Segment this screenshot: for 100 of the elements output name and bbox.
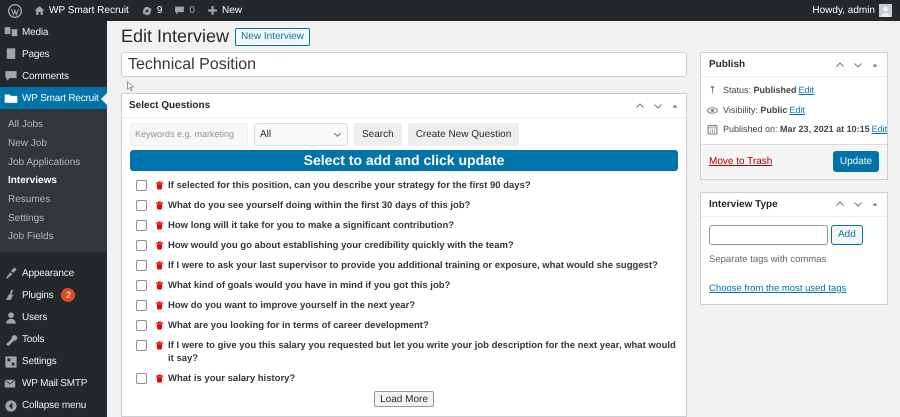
submenu-item[interactable]: Interviews	[0, 172, 107, 190]
refresh-icon	[140, 4, 153, 16]
sidebar-item[interactable]: Pages	[0, 43, 107, 66]
trash-icon	[155, 340, 164, 350]
calendar-icon	[707, 124, 718, 136]
question-text: How do you want to improve yourself in the next year?	[168, 298, 416, 312]
add-button[interactable]: Add	[831, 224, 863, 244]
sidebar-item[interactable]: WP Smart Recruit	[0, 87, 107, 110]
checkbox[interactable]	[136, 300, 147, 310]
page-title: Edit Interview	[121, 25, 230, 48]
sidebar-item[interactable]: Users	[0, 306, 107, 329]
question-text: What is your salary history?	[168, 372, 296, 384]
search-button[interactable]: Search	[354, 123, 402, 146]
most-used-tags-link[interactable]: Choose from the most used tags	[709, 282, 879, 296]
speech-bubble-icon	[174, 5, 186, 16]
tag-input-field[interactable]	[709, 224, 828, 244]
comments-count: 0	[189, 4, 195, 18]
submenu-item[interactable]: Settings	[0, 208, 107, 228]
keywords-field[interactable]: Keywords e.g. marketing	[130, 123, 248, 146]
sidebar-item[interactable]: Media	[0, 21, 107, 44]
submenu-item[interactable]: Job Fields	[0, 228, 107, 246]
paint-brush-icon	[4, 266, 18, 280]
sidebar-item[interactable]: Comments	[0, 65, 107, 88]
trash-icon	[155, 220, 164, 230]
greeting: Howdy, admin	[812, 4, 875, 18]
checkbox[interactable]	[136, 340, 147, 350]
account-link[interactable]: Howdy, admin	[812, 3, 892, 18]
question-text: How long will it take for you to make a significant contribution?	[168, 218, 454, 232]
checkbox[interactable]	[136, 200, 147, 210]
collapse-triangle-icon	[871, 200, 879, 208]
update-button[interactable]: Update	[833, 151, 879, 172]
chevron-up-icon	[635, 100, 645, 110]
chevron-down-icon	[333, 130, 342, 139]
category-select[interactable]: All	[254, 123, 348, 146]
user-icon	[4, 310, 18, 325]
question-text: What kind of goals would you have in mind if you got this job?	[168, 278, 450, 292]
trash-icon	[155, 180, 164, 190]
edit-link[interactable]: Edit	[872, 123, 888, 136]
submenu-item[interactable]: Resumes	[0, 190, 107, 209]
submenu-item[interactable]: Job Applications	[0, 152, 107, 172]
publish-info: Published on: Mar 23, 2021 at 10:15	[723, 123, 870, 136]
site-link[interactable]: WP Smart Recruit	[34, 3, 129, 18]
checkbox[interactable]	[136, 320, 147, 330]
create-question-button[interactable]: Create New Question	[408, 123, 520, 146]
home-icon	[34, 5, 45, 16]
updates-count: 9	[156, 4, 162, 18]
sidebar-item[interactable]: Tools	[0, 328, 107, 351]
edit-link[interactable]: Edit	[789, 104, 805, 117]
load-more-button[interactable]: Load More	[374, 391, 434, 407]
trash-icon	[155, 240, 164, 250]
hint-text: Separate tags with commas	[709, 252, 828, 266]
question-text: How would you go about establishing your credibility quickly with the team?	[168, 238, 514, 252]
question-text: If selected for this position, can you describe your strategy for the first 90 days?	[168, 178, 531, 192]
move-to-trash-link[interactable]: Move to Trash	[709, 154, 772, 169]
sidebar-item[interactable]: WP Mail SMTP	[0, 372, 107, 395]
chevron-up-icon	[835, 60, 845, 70]
new-interview-button[interactable]: New Interview	[235, 28, 310, 46]
trash-icon	[155, 300, 164, 310]
panel-title: Interview Type	[709, 198, 778, 212]
comments-link[interactable]: 0	[174, 3, 195, 18]
panel-title: Publish	[709, 58, 746, 72]
eye-icon	[707, 104, 718, 116]
sidebar-item[interactable]: Settings	[0, 350, 107, 373]
sidebar-item[interactable]: Collapse menu	[0, 394, 107, 417]
checkbox[interactable]	[136, 240, 147, 250]
new-label: New	[222, 4, 242, 18]
question-text: If I were to ask your last supervisor to provide you additional training or exposure, what would she suggest?	[168, 258, 658, 272]
title-field[interactable]: Technical Position	[121, 52, 687, 77]
trash-icon	[155, 280, 164, 290]
plus-icon	[206, 5, 218, 16]
mouse-cursor-icon	[126, 79, 136, 93]
avatar-icon	[879, 4, 892, 17]
publish-info: Visibility: Public	[723, 104, 788, 117]
chevron-down-icon	[853, 199, 863, 209]
question-text: What do you see yourself doing within the first 30 days of this job?	[168, 198, 470, 212]
sidebar-item[interactable]: Appearance	[0, 262, 107, 284]
trash-icon	[155, 260, 164, 270]
count-badge: 2	[61, 288, 76, 302]
instruction-banner: Select to add and click update	[130, 150, 678, 171]
new-link[interactable]: New	[206, 3, 242, 18]
checkbox[interactable]	[136, 260, 147, 270]
wordpress-logo-icon	[8, 4, 22, 18]
publish-info: Status: Published	[723, 84, 797, 97]
submenu-item[interactable]: All Jobs	[0, 115, 107, 134]
checkbox[interactable]	[136, 180, 147, 190]
checkbox[interactable]	[136, 372, 147, 384]
question-text: What are you looking for in terms of career development?	[168, 318, 429, 332]
trash-icon	[155, 372, 164, 384]
checkbox[interactable]	[136, 220, 147, 230]
checkbox[interactable]	[136, 280, 147, 290]
trash-icon	[155, 200, 164, 210]
grid-icon	[4, 354, 18, 369]
trash-icon	[155, 320, 164, 330]
sidebar-item[interactable]: Plugins 2	[0, 284, 107, 306]
submenu-item[interactable]: New Job	[0, 134, 107, 153]
updates-link[interactable]: 9	[140, 3, 162, 18]
speech-bubble-icon	[4, 69, 18, 84]
site-name: WP Smart Recruit	[49, 4, 129, 18]
edit-link[interactable]: Edit	[798, 84, 814, 98]
panel-title: Select Questions	[129, 99, 210, 113]
